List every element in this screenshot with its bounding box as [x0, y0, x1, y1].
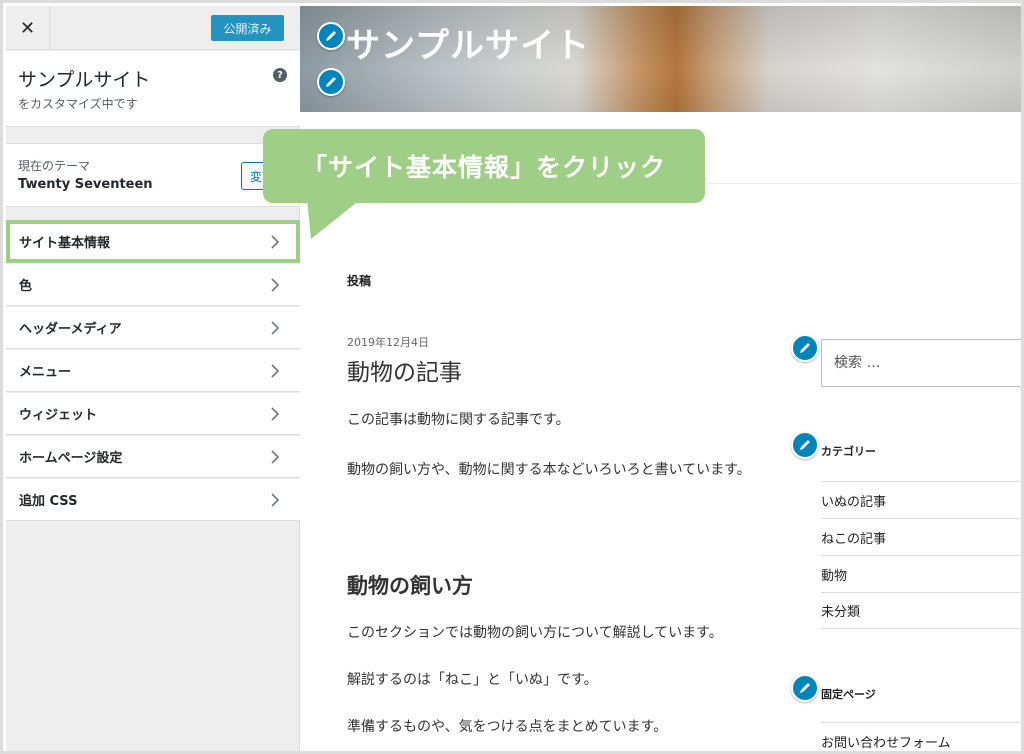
sidebar-item-homepage-settings[interactable]: ホームページ設定 — [6, 435, 300, 478]
preview-site-title[interactable]: サンプルサイト — [346, 18, 590, 67]
theme-name: Twenty Seventeen — [18, 177, 153, 192]
post-title[interactable]: 動物の記事 — [347, 353, 462, 387]
sidebar-item-label: 色 — [19, 279, 33, 294]
site-subtitle: をカスタマイズ中です — [18, 97, 138, 111]
sidebar-item-widgets[interactable]: ウィジェット — [6, 392, 300, 435]
edit-shortcut-categories-widget[interactable] — [791, 431, 819, 459]
sidebar-item-label: ヘッダーメディア — [19, 322, 122, 337]
pages-list: お問い合わせフォーム — [821, 722, 1021, 751]
customizer-sidebar: ✕ 公開済み サンプルサイト をカスタマイズ中です ? 現在のテーマ Twent… — [6, 6, 300, 751]
pencil-icon — [800, 440, 810, 450]
page-link[interactable]: お問い合わせフォーム — [821, 722, 1021, 751]
posts-heading: 投稿 — [347, 274, 372, 288]
post-paragraph: 動物の飼い方や、動物に関する本などいろいろと書いています。 — [347, 462, 751, 478]
chevron-right-icon — [271, 235, 280, 249]
category-link[interactable]: いぬの記事 — [821, 481, 1021, 518]
sidebar-item-menus[interactable]: メニュー — [6, 349, 300, 392]
customizer-menu: サイト基本情報 色 ヘッダーメディア メニュー ウィジェット ホームページ設定 — [6, 220, 300, 521]
search-input[interactable]: 検索 … — [821, 339, 1021, 387]
chevron-right-icon — [271, 364, 280, 378]
post-paragraph: 解説するのは「ねこ」と「いぬ」です。 — [347, 672, 598, 688]
callout-tail — [307, 199, 361, 239]
sidebar-item-colors[interactable]: 色 — [6, 263, 300, 306]
help-icon[interactable]: ? — [273, 68, 287, 82]
categories-list: いぬの記事 ねこの記事 動物 未分類 — [821, 481, 1021, 629]
post-section-heading: 動物の飼い方 — [347, 574, 473, 598]
chevron-right-icon — [271, 321, 280, 335]
category-link[interactable]: 未分類 — [821, 592, 1021, 629]
category-link[interactable]: ねこの記事 — [821, 518, 1021, 555]
sidebar-item-label: サイト基本情報 — [19, 236, 111, 251]
pencil-icon — [800, 683, 810, 693]
chevron-right-icon — [271, 278, 280, 292]
post-paragraph: このセクションでは動物の飼い方について解説しています。 — [347, 625, 723, 641]
chevron-right-icon — [271, 493, 280, 507]
theme-label: 現在のテーマ — [18, 159, 91, 173]
chevron-right-icon — [271, 450, 280, 464]
sidebar-item-site-identity[interactable]: サイト基本情報 — [6, 220, 300, 263]
pencil-icon — [326, 77, 336, 87]
pencil-icon — [326, 31, 336, 41]
post-paragraph: 準備するものや、気をつける点をまとめています。 — [347, 719, 668, 735]
sidebar-item-label: ウィジェット — [19, 408, 98, 423]
sidebar-item-label: 追加 CSS — [19, 494, 78, 509]
sidebar-item-label: ホームページ設定 — [19, 451, 123, 466]
post-paragraph: この記事は動物に関する記事です。 — [347, 412, 570, 428]
edit-shortcut-pages-widget[interactable] — [791, 674, 819, 702]
categories-widget-title: カテゴリー — [821, 445, 876, 458]
sidebar-topbar: ✕ 公開済み — [6, 6, 300, 50]
publish-button[interactable]: 公開済み — [211, 15, 284, 41]
sidebar-item-header-media[interactable]: ヘッダーメディア — [6, 306, 300, 349]
instruction-callout: 「サイト基本情報」をクリック — [263, 129, 705, 203]
sidebar-item-additional-css[interactable]: 追加 CSS — [6, 478, 300, 521]
close-icon: ✕ — [19, 17, 36, 39]
edit-shortcut-title[interactable] — [317, 22, 345, 50]
site-info-panel: サンプルサイト をカスタマイズ中です ? — [6, 51, 300, 127]
current-theme-panel: 現在のテーマ Twenty Seventeen 変 — [6, 143, 300, 207]
site-title: サンプルサイト — [18, 69, 151, 91]
post-date[interactable]: 2019年12月4日 — [347, 334, 429, 350]
sidebar-item-label: メニュー — [19, 365, 72, 380]
site-preview: サンプルサイト 投稿 2019年12月4日 動物の記事 この記事は動物に関する記… — [300, 6, 1021, 751]
pages-widget-title: 固定ページ — [821, 688, 876, 701]
edit-shortcut-tagline[interactable] — [317, 68, 345, 96]
close-button[interactable]: ✕ — [6, 6, 50, 50]
window-frame: ✕ 公開済み サンプルサイト をカスタマイズ中です ? 現在のテーマ Twent… — [0, 0, 1024, 754]
category-link[interactable]: 動物 — [821, 555, 1021, 592]
edit-shortcut-search-widget[interactable] — [791, 334, 819, 362]
pencil-icon — [800, 343, 810, 353]
chevron-right-icon — [271, 407, 280, 421]
